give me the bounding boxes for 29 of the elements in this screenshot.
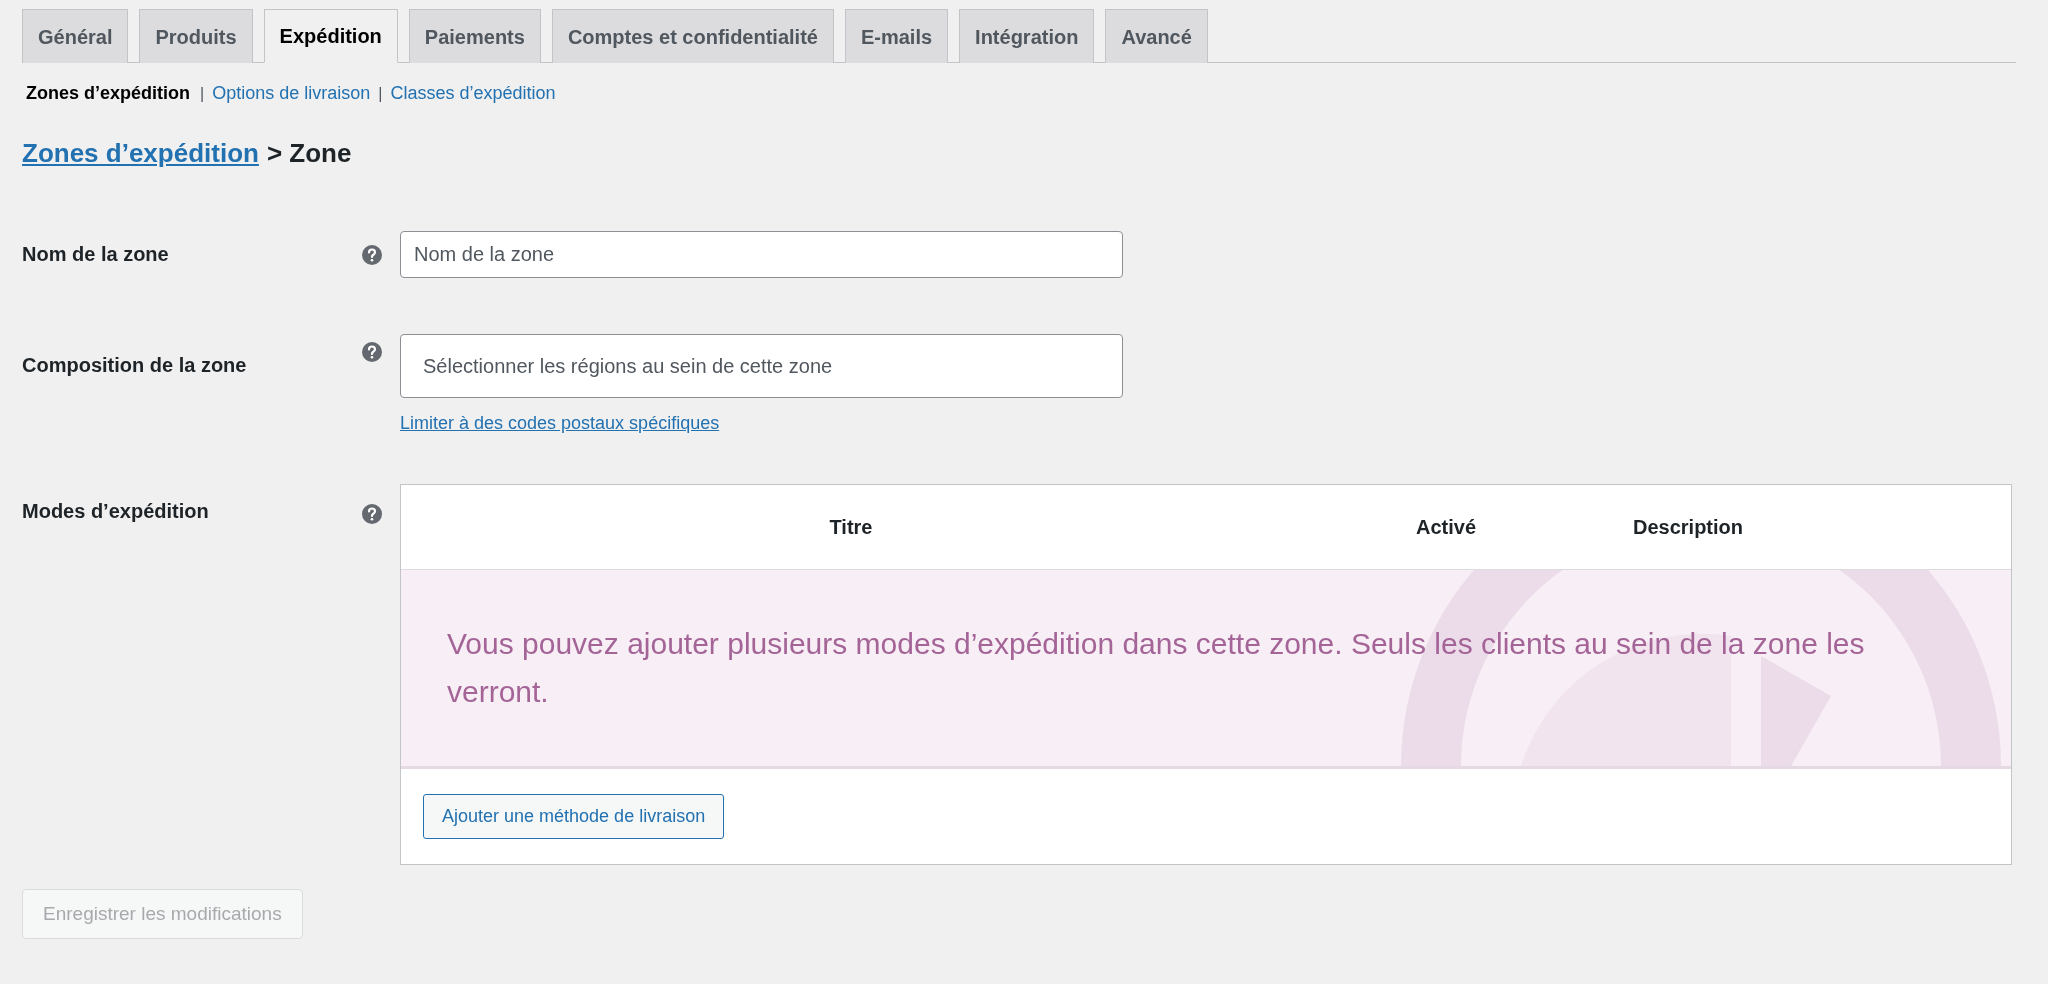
settings-tab[interactable]: E-mails (844, 9, 949, 63)
settings-tab[interactable]: Général (22, 9, 129, 63)
help-icon[interactable] (362, 504, 382, 524)
zone-name-field[interactable]: Nom de la zone (400, 231, 1123, 278)
column-header: Titre (828, 515, 874, 539)
settings-tab[interactable]: Produits (139, 9, 253, 63)
breadcrumb-current: > Zone (266, 138, 352, 169)
subnav-link[interactable]: Options de livraison (212, 83, 371, 104)
help-icon[interactable] (362, 342, 382, 362)
field-label: Composition de la zone (22, 353, 248, 377)
subnav-link[interactable]: Classes d’expédition (390, 83, 556, 104)
field-label: Modes d’expédition (22, 499, 210, 523)
column-header: Description (1632, 515, 1745, 539)
settings-tab[interactable]: Comptes et confidentialité (551, 9, 834, 63)
settings-tab[interactable]: Paiements (408, 9, 541, 63)
settings-tab[interactable]: Intégration (959, 9, 1095, 63)
regions-select-field[interactable]: Sélectionner les régions au sein de cette zone (400, 334, 1123, 398)
settings-tab[interactable]: Avancé (1105, 9, 1208, 63)
subnav-link[interactable]: Zones d’expédition (26, 83, 190, 104)
field-label: Nom de la zone (22, 242, 170, 266)
postal-codes-link[interactable]: Limiter à des codes postaux spécifiques (400, 413, 720, 434)
empty-state-message: Vous pouvez ajouter plusieurs modes d’expédition dans cette zone. Seuls les clients au sein de la zone les verront. (446, 626, 1866, 710)
separator-text: | (378, 84, 383, 103)
separator-text: | (200, 84, 205, 103)
help-icon[interactable] (362, 245, 382, 265)
add-method-button[interactable]: Ajouter une méthode de livraison (423, 794, 725, 839)
column-header: Activé (1415, 515, 1477, 539)
breadcrumb-link[interactable]: Zones d’expédition (22, 138, 259, 169)
settings-tab[interactable]: Expédition (263, 9, 398, 63)
